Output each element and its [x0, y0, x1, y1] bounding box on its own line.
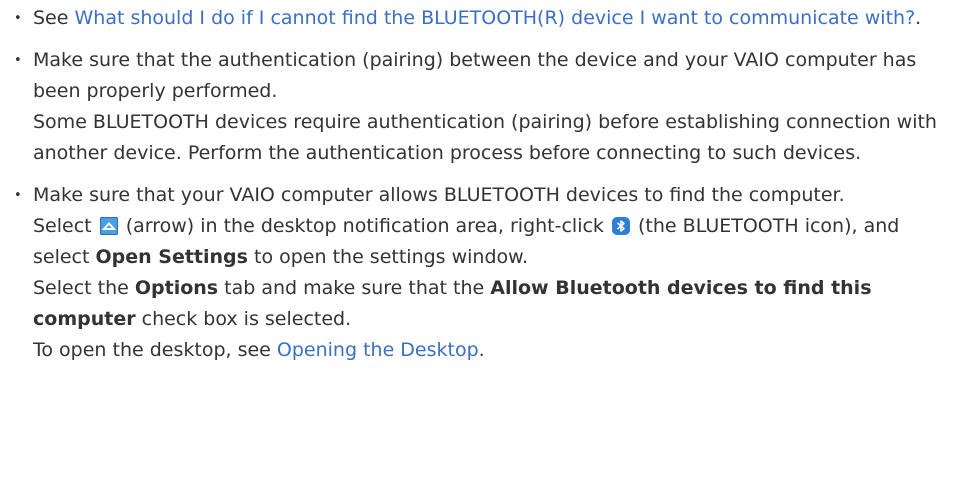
bullet: •	[14, 11, 22, 26]
discoverable-instruction: Make sure that your VAIO computer allows…	[33, 184, 845, 206]
arrow-up-icon	[99, 217, 118, 235]
list-item: • See What should I do if I cannot find …	[10, 3, 950, 34]
list-item: • Make sure that the authentication (pai…	[10, 45, 950, 169]
notification-area-text: (arrow) in the desktop notification area…	[119, 215, 610, 237]
options-tab-label: Options	[134, 277, 219, 299]
select-text: Select	[33, 215, 98, 237]
opening-the-desktop-link[interactable]: Opening the Desktop	[277, 339, 479, 361]
options-tab-steps: Select the Options tab and make sure tha…	[33, 273, 950, 335]
open-settings-label: Open Settings	[95, 246, 248, 268]
checkbox-text: check box is selected.	[135, 308, 352, 330]
bullet: •	[14, 188, 22, 203]
troubleshooting-list: • See What should I do if I cannot find …	[10, 3, 950, 366]
pairing-explanation: Some BLUETOOTH devices require authentic…	[33, 111, 937, 164]
list-item: • Make sure that your VAIO computer allo…	[10, 180, 950, 366]
cannot-find-device-link[interactable]: What should I do if I cannot find the BL…	[74, 7, 915, 29]
period: .	[478, 339, 485, 361]
bluetooth-icon	[611, 217, 630, 235]
select-the-text: Select the	[33, 277, 135, 299]
tab-text: tab and make sure that the	[218, 277, 491, 299]
open-desktop-text: To open the desktop, see	[33, 339, 277, 361]
bullet: •	[14, 53, 22, 68]
help-content: • See What should I do if I cannot find …	[0, 0, 958, 366]
pairing-instruction: Make sure that the authentication (pairi…	[33, 49, 917, 102]
see-suffix: .	[915, 7, 922, 29]
open-desktop-steps: To open the desktop, see Opening the Des…	[33, 335, 950, 366]
settings-window-text: to open the settings window.	[247, 246, 528, 268]
open-settings-steps: Select (arrow) in the desktop notificati…	[33, 211, 950, 273]
see-prefix: See	[33, 7, 75, 29]
